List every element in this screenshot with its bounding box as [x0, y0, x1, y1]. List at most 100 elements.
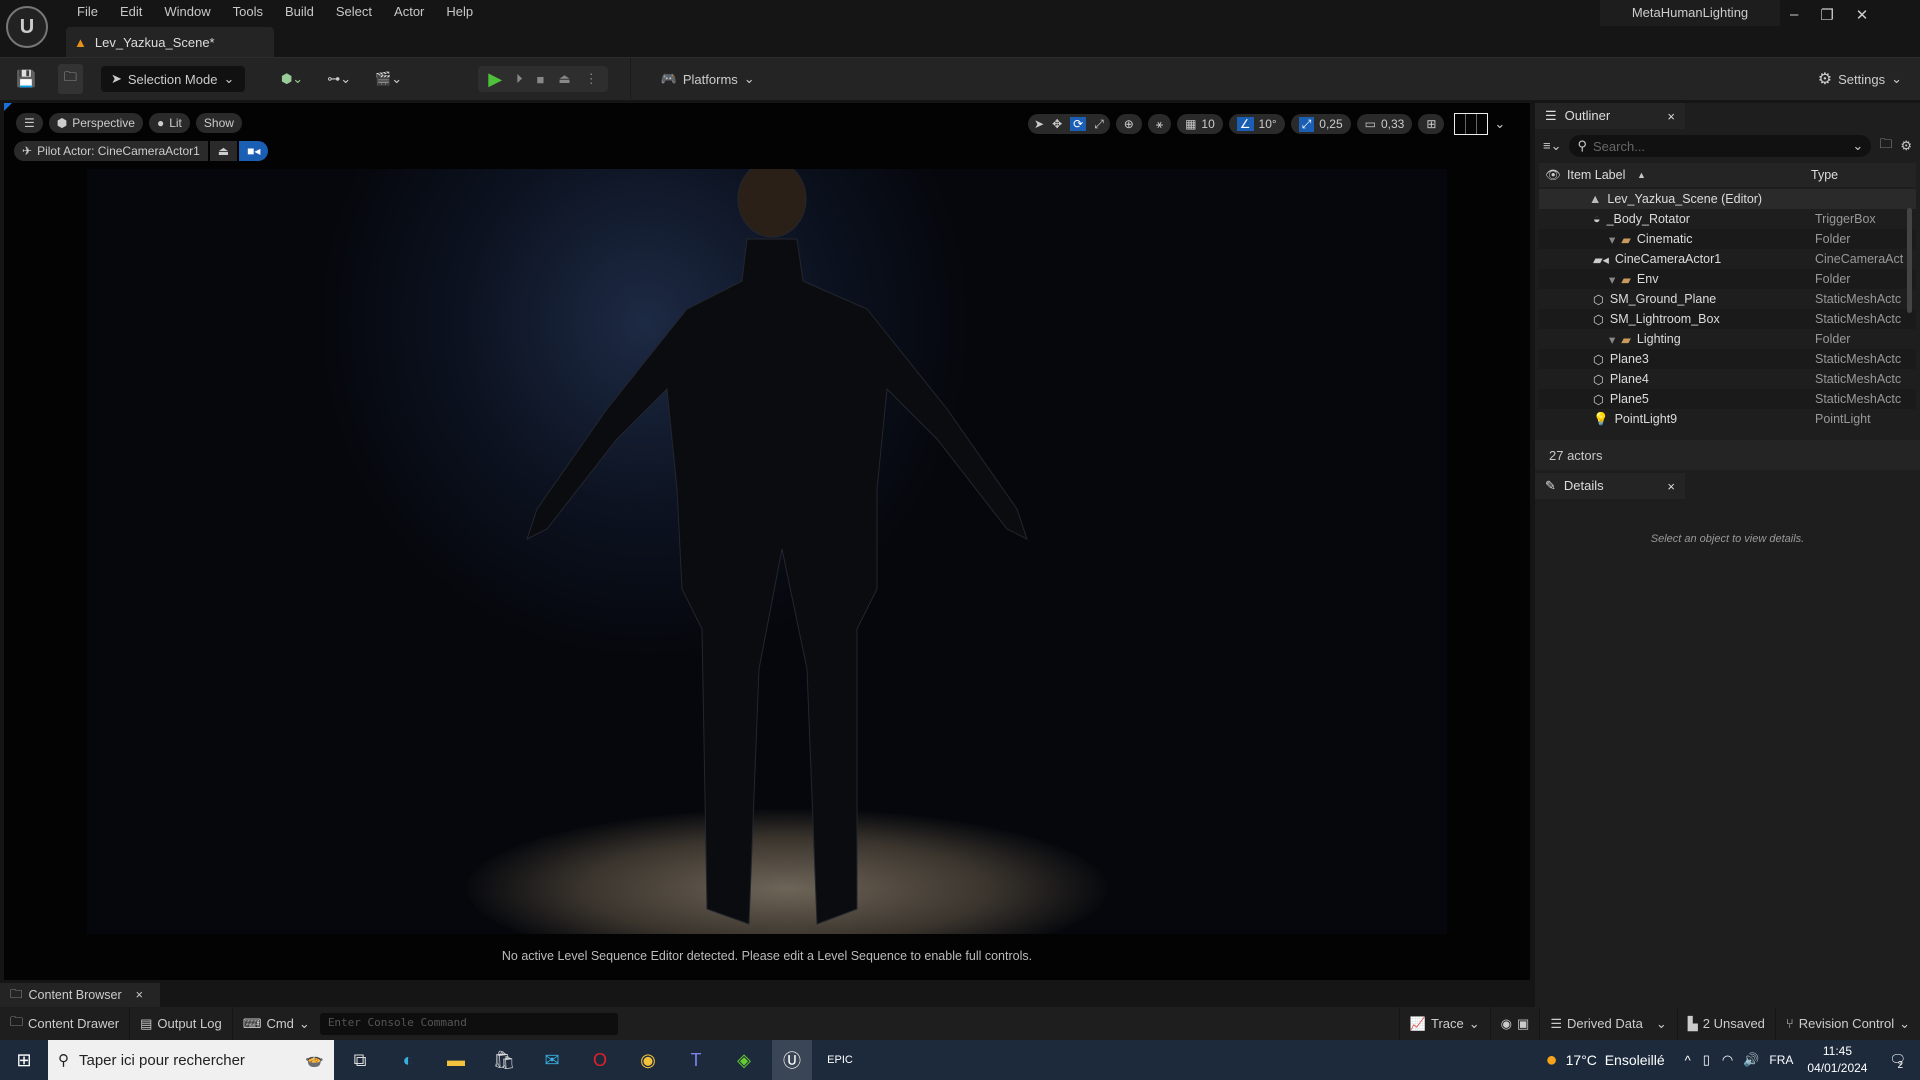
- close-button[interactable]: ✕: [1856, 6, 1869, 24]
- outliner-row[interactable]: ▾ ▰ Lighting Folder: [1539, 329, 1916, 349]
- menu-window[interactable]: Window: [153, 4, 221, 20]
- unsaved-button[interactable]: ▙ 2 Unsaved: [1678, 1007, 1776, 1040]
- close-icon[interactable]: ×: [1667, 109, 1675, 124]
- opera-icon[interactable]: O: [580, 1040, 620, 1080]
- menu-actor[interactable]: Actor: [383, 4, 435, 20]
- mail-icon[interactable]: ✉: [532, 1040, 572, 1080]
- menu-file[interactable]: File: [66, 4, 109, 20]
- task-view-icon[interactable]: ⧉: [340, 1040, 380, 1080]
- console-command-input[interactable]: Enter Console Command: [319, 1012, 618, 1035]
- layout-icon[interactable]: ⊞: [1418, 114, 1445, 134]
- visibility-eye-icon[interactable]: 👁: [1545, 168, 1561, 183]
- menu-help[interactable]: Help: [435, 4, 484, 20]
- outliner-row[interactable]: ◒ _Body_Rotator TriggerBox: [1539, 209, 1916, 229]
- outliner-search-input[interactable]: ⚲ Search... ⌄: [1569, 135, 1872, 157]
- volume-icon[interactable]: 🔊: [1743, 1052, 1759, 1068]
- camera-view-button[interactable]: ■◂: [239, 141, 269, 161]
- surface-snap-icon[interactable]: ⚹: [1147, 114, 1172, 134]
- wifi-icon[interactable]: ◠: [1722, 1052, 1733, 1068]
- grid-snap-button[interactable]: ▦ 10: [1177, 114, 1223, 134]
- close-icon[interactable]: ×: [1667, 479, 1675, 494]
- viewport-menu-button[interactable]: ☰: [16, 113, 43, 133]
- expand-arrow-icon[interactable]: ▾: [1609, 232, 1615, 247]
- translate-icon[interactable]: ✥: [1052, 117, 1062, 131]
- more-options-icon[interactable]: ⋮: [585, 71, 598, 87]
- record-icon[interactable]: ◉: [1501, 1016, 1512, 1032]
- menu-build[interactable]: Build: [274, 4, 325, 20]
- play-icon[interactable]: ▶: [488, 69, 502, 90]
- filter-icon[interactable]: ≡⌄: [1543, 138, 1561, 154]
- teams-icon[interactable]: T: [676, 1040, 716, 1080]
- outliner-row[interactable]: ⬡ SM_Lightroom_Box StaticMeshActc: [1539, 309, 1916, 329]
- step-icon[interactable]: ⏵: [516, 71, 523, 87]
- expand-arrow-icon[interactable]: ▾: [1609, 332, 1615, 347]
- menu-edit[interactable]: Edit: [109, 4, 153, 20]
- add-actor-icon[interactable]: ⬢⌄: [281, 71, 303, 87]
- level-tab[interactable]: ▲ Lev_Yazkua_Scene*: [66, 27, 274, 57]
- lit-button[interactable]: ● Lit: [148, 113, 190, 133]
- add-folder-icon[interactable]: 🗀: [1879, 135, 1892, 157]
- unreal-taskbar-icon[interactable]: Ⓤ: [772, 1040, 812, 1080]
- menu-tools[interactable]: Tools: [222, 4, 274, 20]
- rotation-snap-button[interactable]: ∠ 10°: [1228, 114, 1285, 134]
- close-icon[interactable]: ×: [136, 988, 143, 1002]
- blueprint-icon[interactable]: ⊶⌄: [327, 71, 351, 87]
- cmd-dropdown[interactable]: ⌨ Cmd ⌄: [233, 1007, 320, 1040]
- rotate-icon[interactable]: ⟳: [1070, 117, 1087, 131]
- snapshot-icon[interactable]: ▣: [1517, 1016, 1529, 1032]
- select-icon[interactable]: ➤: [1034, 117, 1044, 131]
- outliner-row[interactable]: ▲ Lev_Yazkua_Scene (Editor): [1539, 189, 1916, 209]
- content-browser-tab[interactable]: 🗀 Content Browser ×: [0, 983, 160, 1007]
- level-viewport[interactable]: ☰ ⬢ Perspective ● Lit Show ✈ Pilot Actor: C…: [4, 103, 1530, 980]
- outliner-row[interactable]: ▾ ▰ Env Folder: [1539, 269, 1916, 289]
- stop-icon[interactable]: ■: [537, 72, 545, 87]
- clock[interactable]: 11:45 04/01/2024: [1807, 1043, 1867, 1077]
- pilot-actor-button[interactable]: ✈ Pilot Actor: CineCameraActor1: [14, 141, 208, 161]
- perspective-button[interactable]: ⬢ Perspective: [48, 113, 143, 133]
- minimize-button[interactable]: –: [1790, 6, 1798, 24]
- outliner-row[interactable]: ▰◂ CineCameraActor1 CineCameraAct: [1539, 249, 1916, 269]
- file-explorer-icon[interactable]: ▬: [436, 1040, 476, 1080]
- details-tab[interactable]: ✎ Details ×: [1535, 473, 1685, 499]
- weather-label[interactable]: 17°C Ensoleillé: [1566, 1052, 1665, 1068]
- store-icon[interactable]: 🛍: [484, 1040, 524, 1080]
- expand-arrow-icon[interactable]: ▾: [1609, 272, 1615, 287]
- revision-control-dropdown[interactable]: ⑂ Revision Control ⌄: [1776, 1007, 1920, 1040]
- content-browse-icon[interactable]: 🗀: [57, 64, 83, 94]
- column-item-label[interactable]: Item Label: [1567, 168, 1625, 182]
- tray-chevron-icon[interactable]: ^: [1685, 1053, 1691, 1068]
- camera-speed-button[interactable]: ▭ 0,33: [1356, 114, 1413, 134]
- outliner-row[interactable]: ⬡ Plane3 StaticMeshActc: [1539, 349, 1916, 369]
- chrome-icon[interactable]: ◉: [628, 1040, 668, 1080]
- show-button[interactable]: Show: [195, 113, 242, 133]
- viewport-layout-icon[interactable]: [1454, 113, 1489, 135]
- trace-dropdown[interactable]: 📈 Trace ⌄: [1398, 1007, 1491, 1040]
- gear-icon[interactable]: ⚙: [1900, 138, 1912, 154]
- menu-select[interactable]: Select: [325, 4, 383, 20]
- edge-icon[interactable]: ◐: [388, 1040, 428, 1080]
- app-icon[interactable]: ◈: [724, 1040, 764, 1080]
- taskbar-search-input[interactable]: ⚲ Taper ici pour rechercher 🍲: [48, 1040, 334, 1080]
- outliner-row[interactable]: ⬡ SM_Ground_Plane StaticMeshActc: [1539, 289, 1916, 309]
- scale-snap-button[interactable]: ⤢ 0,25: [1290, 114, 1351, 134]
- meet-icon[interactable]: ▯: [1703, 1052, 1710, 1068]
- selection-mode-dropdown[interactable]: ➤ Selection Mode ⌄: [100, 66, 245, 92]
- settings-button[interactable]: Settings: [1838, 72, 1885, 87]
- outliner-row[interactable]: ⬡ Plane5 StaticMeshActc: [1539, 389, 1916, 409]
- save-icon[interactable]: 💾: [16, 69, 36, 89]
- outliner-row[interactable]: ▾ ▰ Cinematic Folder: [1539, 229, 1916, 249]
- outliner-tab[interactable]: ☰ Outliner ×: [1535, 103, 1685, 129]
- derived-data-dropdown[interactable]: ☰ Derived Data ⌄: [1540, 1007, 1678, 1040]
- column-type[interactable]: Type: [1811, 168, 1838, 182]
- windows-start-icon[interactable]: ⊞: [0, 1040, 48, 1080]
- chevron-down-icon[interactable]: ⌄: [1494, 116, 1505, 132]
- outliner-row[interactable]: 💡 PointLight9 PointLight: [1539, 409, 1916, 429]
- epic-games-icon[interactable]: EPIC: [820, 1040, 860, 1080]
- output-log-button[interactable]: ▤ Output Log: [130, 1007, 233, 1040]
- cinematics-icon[interactable]: 🎬⌄: [375, 71, 402, 87]
- notifications-button[interactable]: 🗨 2: [1889, 1052, 1906, 1071]
- restore-button[interactable]: ❐: [1820, 6, 1833, 24]
- language-indicator[interactable]: FRA: [1769, 1053, 1793, 1067]
- world-local-icon[interactable]: ⊕: [1115, 114, 1142, 134]
- outliner-scrollbar[interactable]: [1907, 208, 1912, 313]
